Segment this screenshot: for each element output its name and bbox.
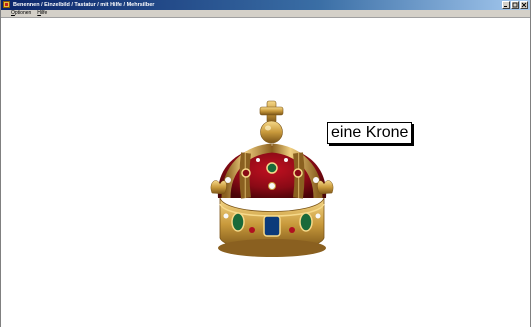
answer-label: eine Krone xyxy=(327,122,413,144)
app-window: Benennen / Einzelbild / Tastatur / mit H… xyxy=(0,0,531,327)
minimize-icon[interactable] xyxy=(502,1,510,9)
window-controls xyxy=(502,1,528,9)
close-icon[interactable] xyxy=(520,1,528,9)
app-icon[interactable] xyxy=(3,1,10,8)
window-title: Benennen / Einzelbild / Tastatur / mit H… xyxy=(13,2,155,8)
crown-cross xyxy=(259,100,284,124)
menu-bar: Optionen Hilfe xyxy=(1,10,530,18)
crown-image xyxy=(210,100,334,257)
menu-hilfe-rest: ilfe xyxy=(40,10,48,16)
menu-hilfe[interactable]: Hilfe xyxy=(37,10,47,17)
menu-optionen[interactable]: Optionen xyxy=(11,10,31,17)
menu-optionen-rest: ptionen xyxy=(14,10,32,16)
maximize-icon[interactable] xyxy=(511,1,519,9)
title-bar[interactable]: Benennen / Einzelbild / Tastatur / mit H… xyxy=(1,0,530,10)
picture-area: eine Krone xyxy=(1,18,530,327)
